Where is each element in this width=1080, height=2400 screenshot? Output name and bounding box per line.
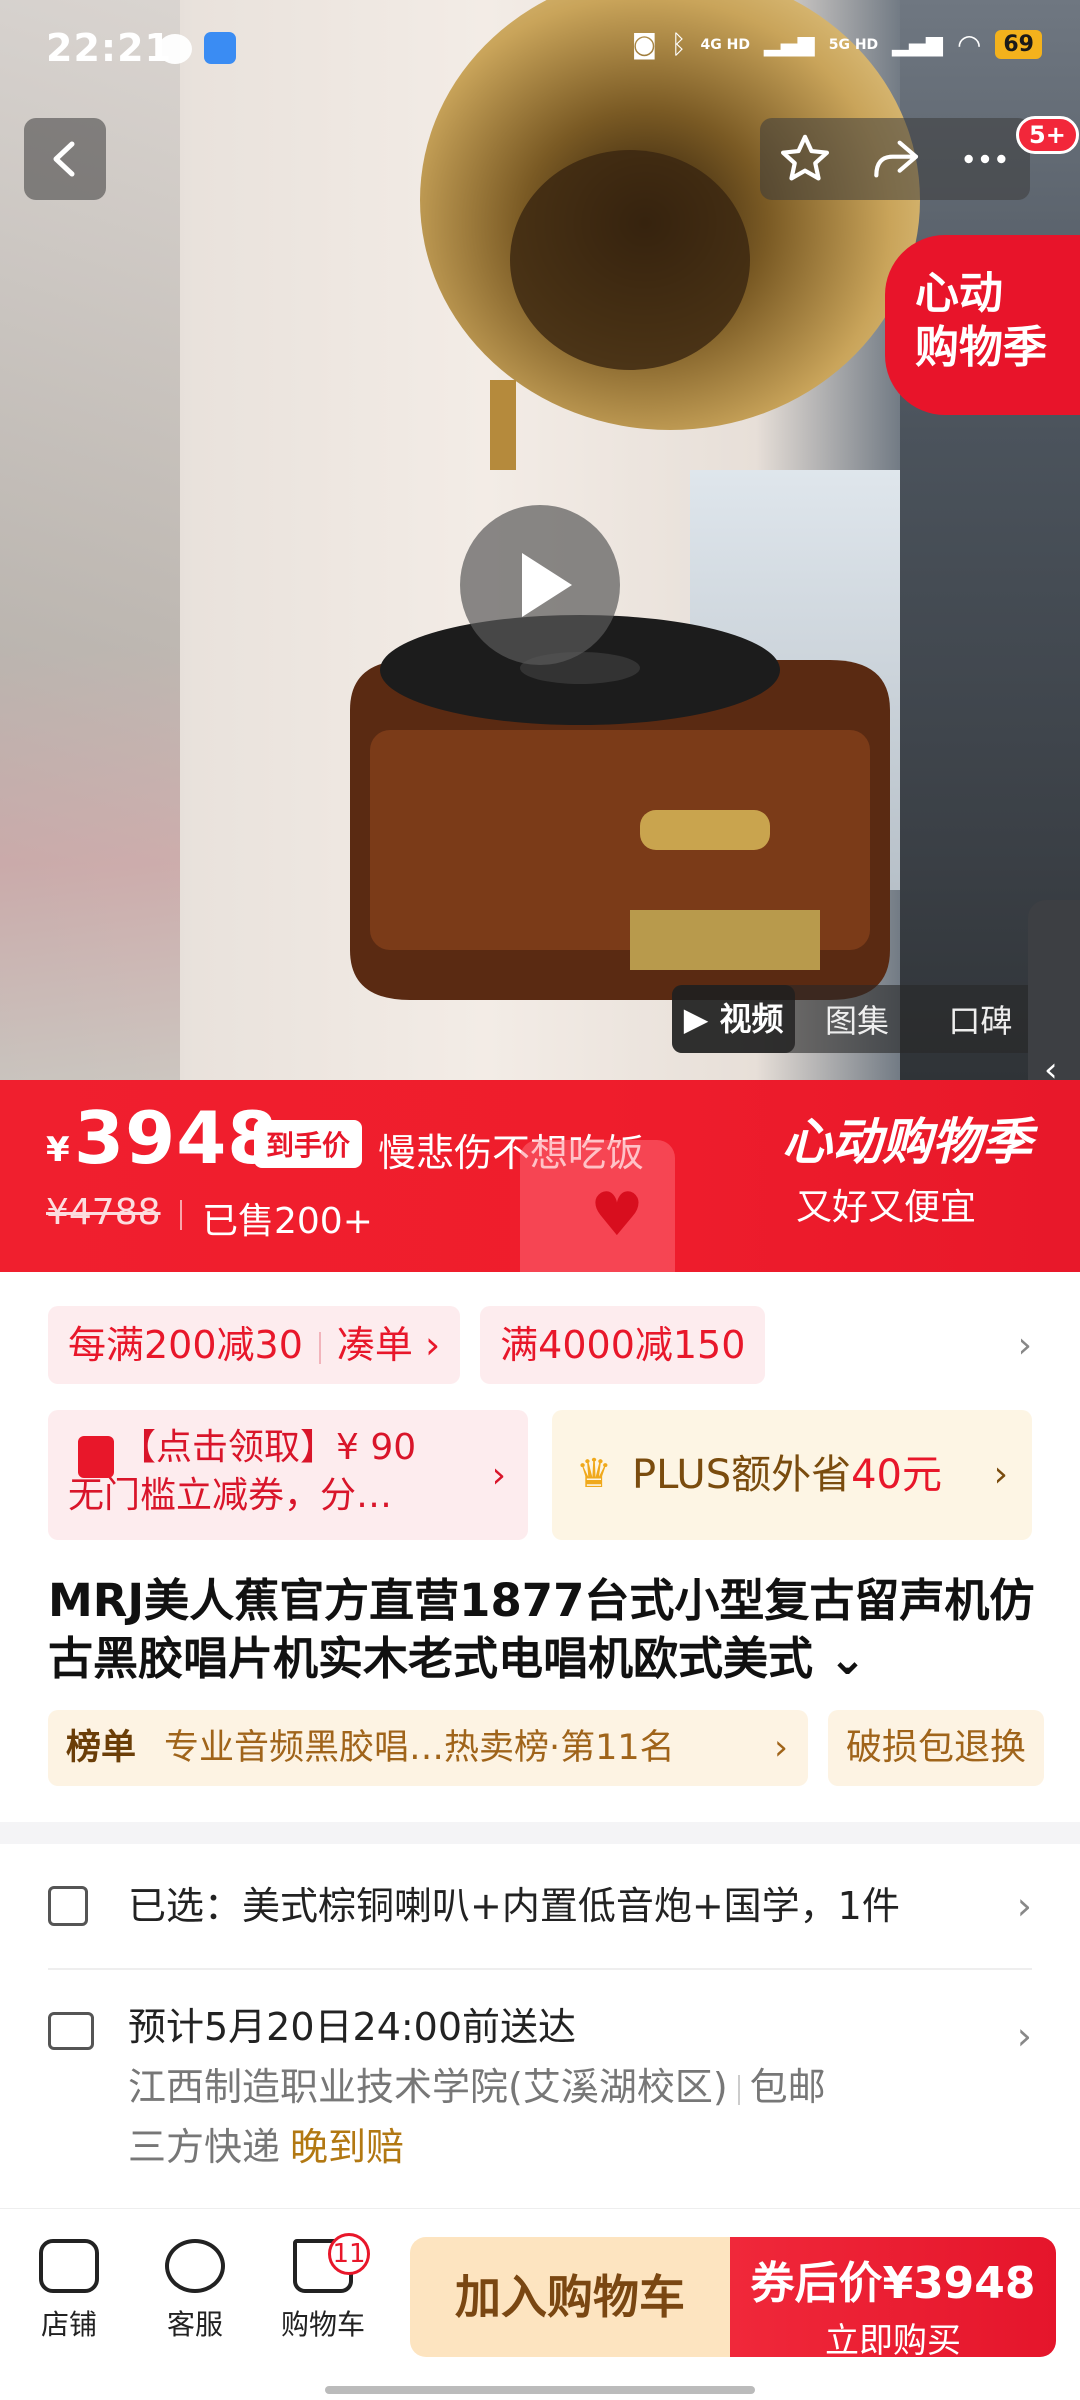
chat-face-icon [165,2239,225,2293]
bluetooth-icon: ᛒ [670,29,687,60]
service-label: 客服 [166,2308,223,2341]
festival-promo-tag[interactable]: 心动 购物季 [885,235,1080,415]
wifi-icon: ◠ [956,28,982,61]
crown-icon: ♛ [576,1451,612,1497]
carrier: 三方快递 [128,2125,281,2169]
delivery-address-row: 江西制造职业技术学院(艾溪湖校区) 包邮 [128,2062,826,2112]
chevron-left-icon [53,141,75,177]
battery-level: 69 [995,30,1042,59]
promo-chip-threshold-label: 每满200减30 [68,1323,303,1367]
currency-symbol: ¥ [46,1130,70,1170]
status-bar: 22:21 ◙ ᛒ 4G HD ▂▄▆ 5G HD ▂▄▆ ◠ 69 [0,0,1080,100]
chevron-right-icon: › [1016,1884,1032,1928]
delivery-truck-icon [48,2012,94,2050]
delivery-address: 江西制造职业技术学院(艾溪湖校区) [128,2065,728,2109]
tab-video[interactable]: ▶ 视频 [672,985,796,1053]
signal-bars-icon: ▂▄▆ [763,32,815,57]
coupon-icon [78,1436,114,1478]
add-to-cart-button[interactable]: 加入购物车 [410,2237,730,2357]
ranking-label: 榜单 [66,1728,137,1768]
return-guarantee-tag[interactable]: 破损包退换 [828,1710,1045,1786]
divider-line [48,1968,1032,1970]
promo-chip-threshold[interactable]: 每满200减30 凑单 › [48,1306,461,1384]
chevron-right-icon[interactable]: › [1018,1325,1032,1366]
media-tab-bar: ▶ 视频 图集 口碑 [672,985,1042,1053]
carrier-row: 三方快递 晚到赔 [128,2122,404,2172]
coupon-price: 券后价¥3948 [750,2258,1036,2309]
late-compensation: 晚到赔 [290,2125,405,2169]
chevron-left-icon: ‹ [1044,1050,1058,1080]
delivery-eta: 预计5月20日24:00前送达 [128,2005,577,2049]
divider [737,2074,740,2105]
chevron-right-icon: › [1016,2014,1032,2058]
coupon-claim-line1: 【点击领取】¥ 90 [120,1427,417,1468]
festival-subtitle: 又好又便宜 [795,1187,976,1228]
section-divider [0,1822,1080,1844]
rank-row: 榜单 专业音频黑胶唱…热卖榜·第11名 › 破损包退换 [48,1710,1068,1786]
message-badge: 5+ [1016,116,1079,154]
chevron-right-icon: › [491,1455,506,1496]
selected-spec: 已选：美式棕铜喇叭+内置低音炮+国学，1件 [128,1884,900,1928]
buy-now-button[interactable]: 券后价¥3948 立即购买 [730,2237,1056,2361]
wechat-notification-icon [158,34,192,64]
cart-count-badge: 11 [328,2233,370,2275]
signal-1-label: 4G HD [700,36,750,53]
back-button[interactable] [24,118,106,200]
home-indicator[interactable] [325,2386,755,2394]
header-actions [760,118,1030,200]
product-title[interactable]: MRJ美人蕉官方直营1877台式小型复古留声机仿古黑胶唱片机实木老式电唱机欧式美… [48,1572,1038,1688]
chevron-right-icon: › [774,1728,788,1768]
ranking-text: 专业音频黑胶唱…热卖榜·第11名 [164,1728,675,1768]
original-price: ¥4788 [46,1192,161,1233]
price-divider [180,1200,182,1230]
camera-icon: ◙ [631,29,657,60]
current-price: 3948 [74,1096,279,1180]
chip-divider [318,1331,321,1364]
promo-tag-line2: 购物季 [915,322,1047,373]
more-icon[interactable] [957,131,1013,187]
final-price-tag: 到手价 [254,1120,363,1168]
heart-icon: ♥ [590,1180,644,1250]
shipping-info[interactable]: 预计5月20日24:00前送达 江西制造职业技术学院(艾溪湖校区) 包邮 三方快递… [48,2002,1032,2192]
promotion-row[interactable]: 每满200减30 凑单 › 满4000减150 › [48,1306,1032,1384]
plus-savings-amount: 40元 [851,1452,942,1498]
play-video-button[interactable] [460,505,620,665]
spec-selector[interactable]: 已选：美式棕铜喇叭+内置低音炮+国学，1件 › [48,1868,1032,1944]
festival-title: 心动购物季 [782,1113,1032,1171]
promo-chip-full-reduction[interactable]: 满4000减150 [480,1306,766,1384]
side-panel-handle[interactable]: ‹ [1028,900,1080,1080]
buy-now-label: 立即购买 [825,2321,961,2361]
customer-service-button[interactable]: 客服 [140,2239,250,2343]
plus-savings-text: PLUS额外省 [632,1452,852,1498]
checklist-icon [48,1886,88,1926]
store-icon [39,2239,99,2293]
signal-bars-icon-2: ▂▄▆ [892,32,943,57]
share-icon[interactable] [867,131,923,187]
price-banner: ¥ 3948 到手价 慢悲伤不想吃饭 ¥4788 已售200+ ♥ 心动购物季 … [0,1080,1080,1272]
cart-label: 购物车 [280,2308,365,2341]
bottom-action-bar: 店铺 客服 购物车 11 加入购物车 券后价¥3948 立即购买 [0,2208,1080,2400]
plus-savings-card[interactable]: ♛ PLUS额外省40元 › [552,1410,1032,1540]
coupon-claim-card[interactable]: 【点击领取】¥ 90 无门槛立减券，分… › [48,1410,528,1540]
chevron-right-icon: › [993,1454,1008,1495]
tab-gallery[interactable]: 图集 [795,996,918,1042]
favorite-star-icon[interactable] [777,131,833,187]
signal-2-label: 5G HD [828,36,879,53]
sold-count: 已售200+ [202,1201,373,1242]
store-button[interactable]: 店铺 [14,2239,124,2343]
free-shipping: 包邮 [749,2065,826,2109]
promo-tag-line1: 心动 [915,268,1003,319]
ranking-badge[interactable]: 榜单 专业音频黑胶唱…热卖榜·第11名 › [48,1710,808,1786]
tab-reviews[interactable]: 口碑 [919,996,1042,1042]
app-notification-icon [204,32,236,64]
coupon-claim-line2: 无门槛立减券，分… [68,1475,393,1516]
add-on-link[interactable]: 凑单 › [337,1323,440,1367]
clock: 22:21 [46,26,172,70]
store-label: 店铺 [40,2308,97,2341]
